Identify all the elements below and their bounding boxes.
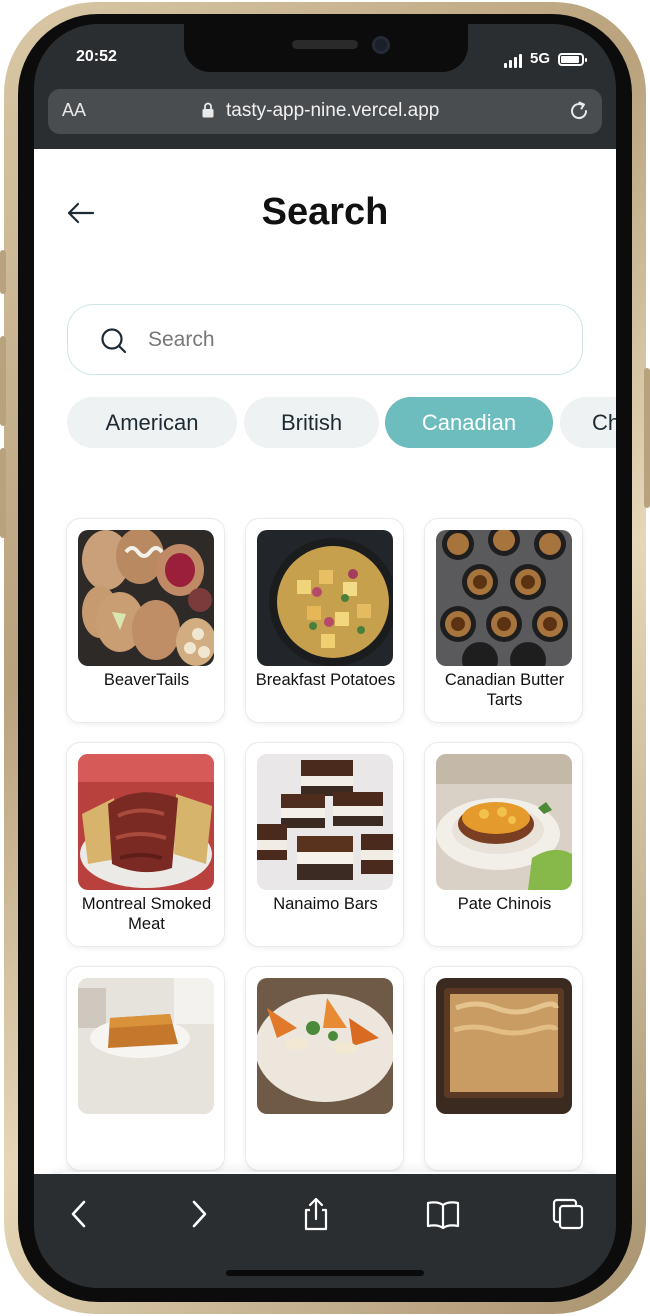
meal-image [257,754,393,890]
category-chip-chinese[interactable]: Chinese [560,397,616,448]
status-bar: 20:52 5G [34,24,616,94]
meal-card[interactable]: Canadian Butter Tarts [424,518,583,723]
volume-down-button [0,448,6,538]
meal-card[interactable]: Montreal Smoked Meat [66,742,225,947]
category-chips: American British Canadian Chinese [67,397,616,449]
chevron-right-icon [192,1200,207,1228]
meal-card[interactable]: Nanaimo Bars [245,742,404,947]
reload-icon[interactable] [566,98,592,124]
bookmarks-button[interactable] [425,1196,461,1232]
category-chip-canadian[interactable]: Canadian [385,397,553,448]
meal-image [257,530,393,666]
meal-card[interactable]: Pate Chinois [424,742,583,947]
signal-icon [504,54,524,68]
meal-image [257,978,393,1114]
meal-title: Pate Chinois [457,895,552,913]
text-size-button[interactable]: AA [62,100,86,121]
share-button[interactable] [298,1196,334,1232]
notch [184,24,468,72]
meal-card[interactable] [245,966,404,1171]
home-indicator [226,1270,424,1276]
meal-image [78,530,214,666]
page-content: Search American British Canadian Chinese [34,149,616,1174]
mute-switch [0,250,6,294]
front-camera [372,36,390,54]
network-label: 5G [530,50,551,67]
meal-title: BeaverTails [103,671,190,689]
browser-back-button[interactable] [62,1196,98,1232]
screen: 20:52 5G AA tasty-app-nine.vercel.app Se… [34,24,616,1288]
search-input[interactable] [146,321,546,359]
meal-card[interactable]: BeaverTails [66,518,225,723]
chevron-left-icon [71,1200,86,1228]
lock-icon [202,102,214,118]
text-size-label: AA [62,100,87,120]
search-icon [101,328,127,354]
status-time: 20:52 [76,48,117,65]
page-title: Search [261,191,389,233]
earpiece-speaker [292,40,358,49]
browser-forward-button[interactable] [180,1196,216,1232]
category-chip-british[interactable]: British [244,397,379,448]
battery-icon [558,53,587,66]
power-button [644,368,650,508]
safari-toolbar [34,1174,616,1288]
meal-title: Breakfast Potatoes [255,671,396,689]
meal-image [436,978,572,1114]
meal-image [78,978,214,1114]
meal-title: Nanaimo Bars [273,895,378,913]
search-bar[interactable] [67,304,583,375]
meal-card[interactable] [66,966,225,1171]
url-text[interactable]: tasty-app-nine.vercel.app [226,100,439,122]
meal-card[interactable]: Breakfast Potatoes [245,518,404,723]
meal-card[interactable] [424,966,583,1171]
tabs-icon [552,1198,584,1230]
meal-image [436,530,572,666]
category-chip-american[interactable]: American [67,397,237,448]
meal-title: Montreal Smoked Meat [81,895,212,933]
tabs-button[interactable] [550,1196,586,1232]
share-icon [304,1197,328,1231]
volume-up-button [0,336,6,426]
address-bar[interactable]: AA tasty-app-nine.vercel.app [48,89,602,134]
meal-image [78,754,214,890]
meal-title: Canadian Butter Tarts [444,671,565,709]
book-icon [426,1201,460,1230]
meal-image [436,754,572,890]
